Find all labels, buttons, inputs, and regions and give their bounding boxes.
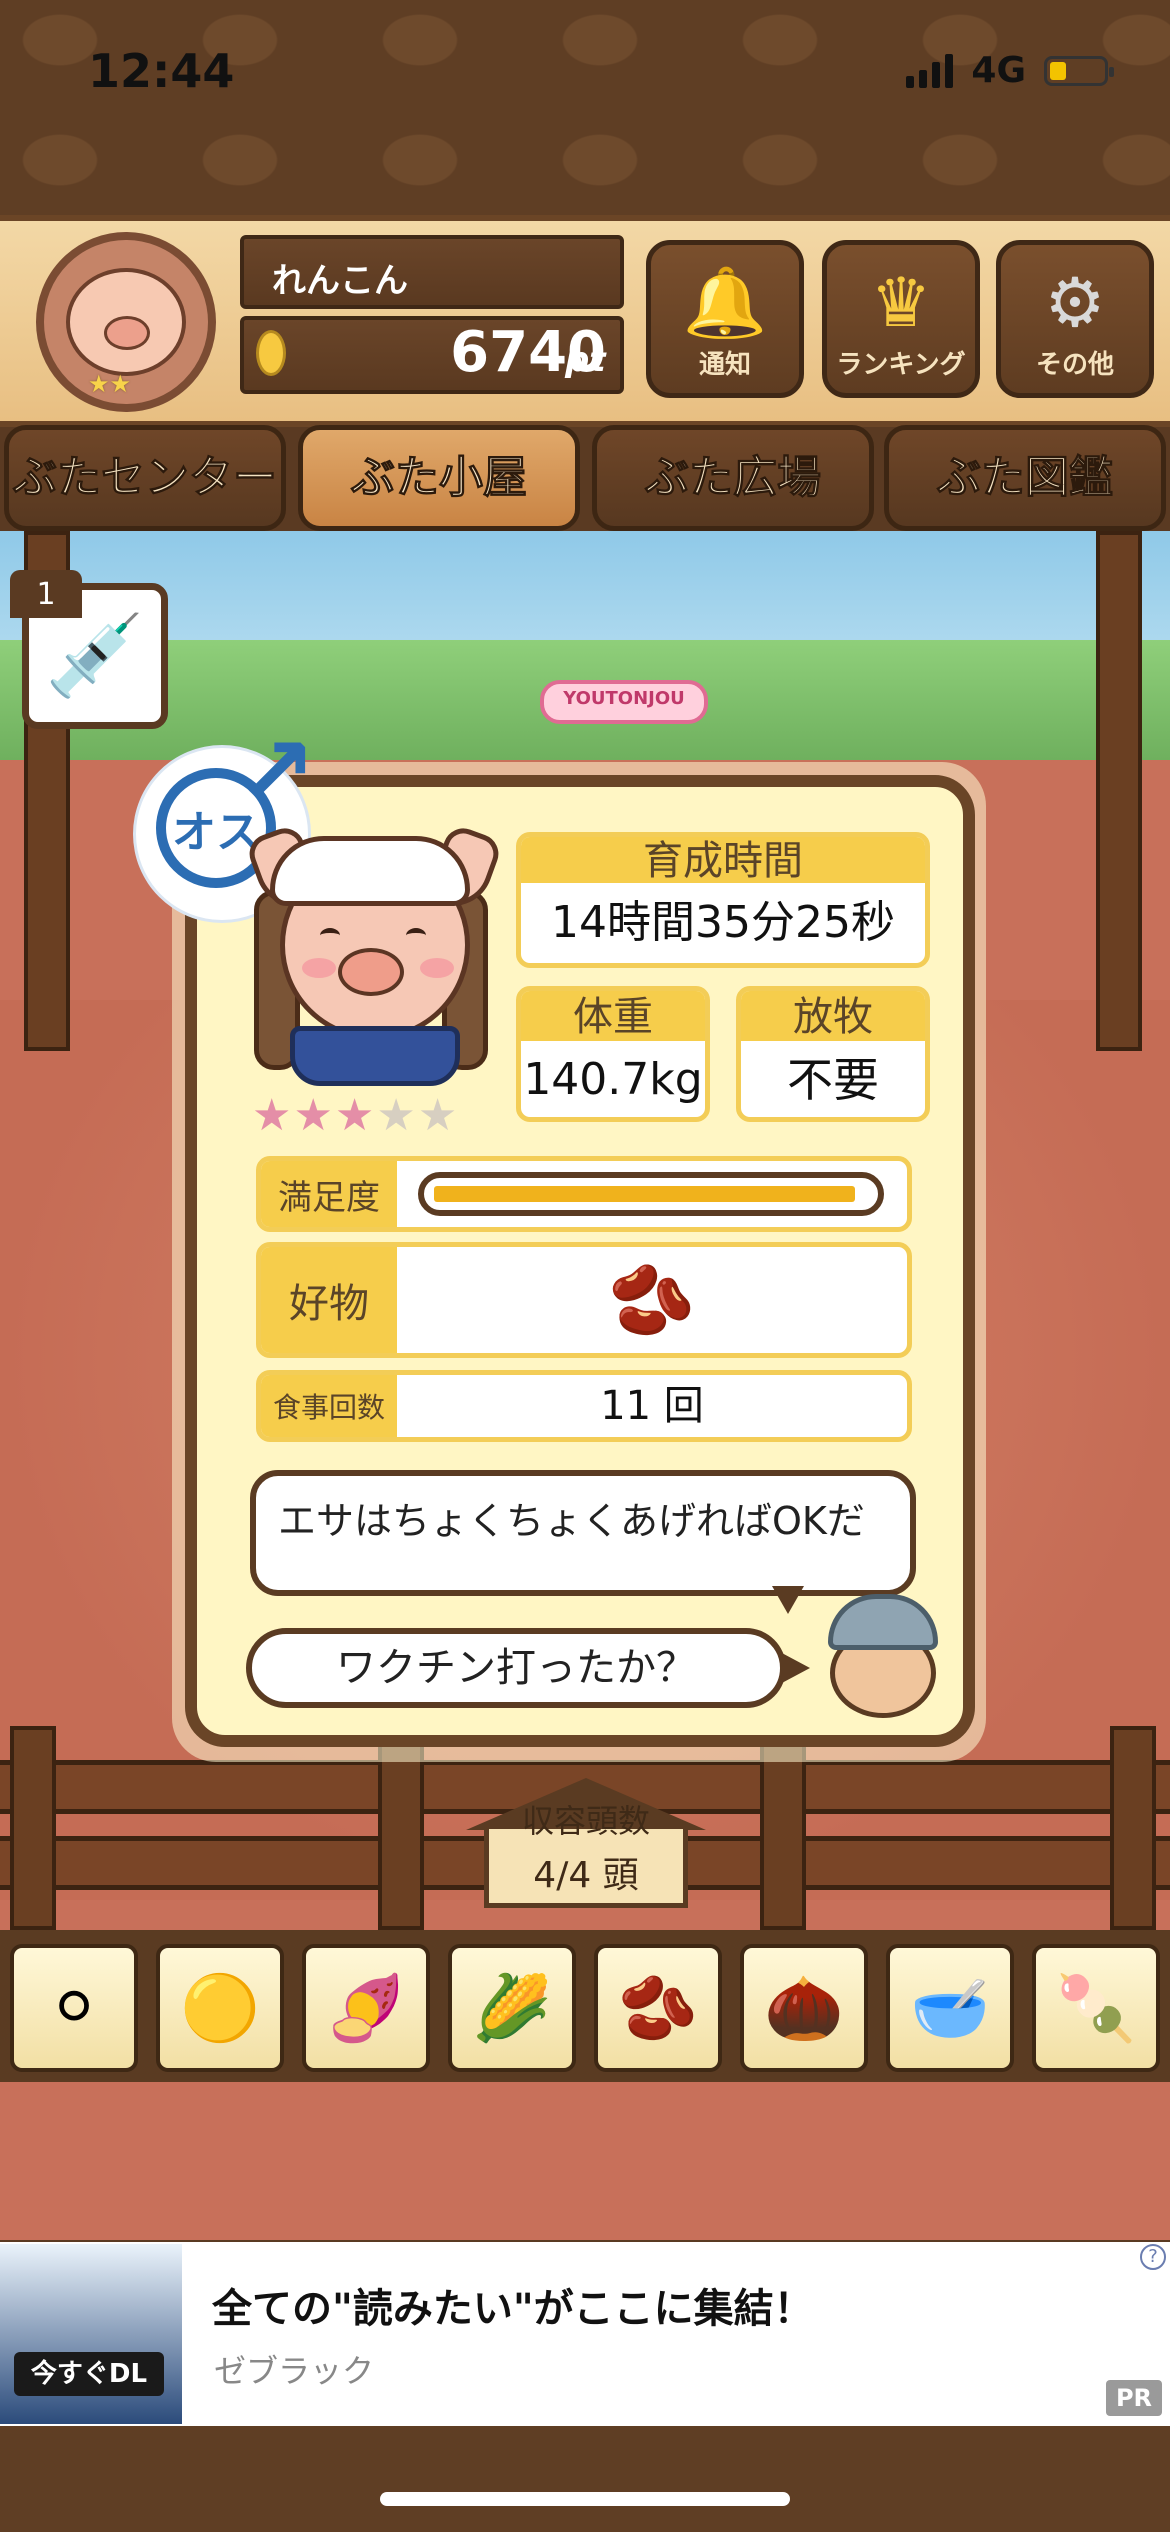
user-name: れんこん <box>240 235 624 309</box>
star-empty-icon: ★ <box>376 1090 418 1141</box>
favorite-label: 好物 <box>261 1247 397 1353</box>
food-mixed-grain-button[interactable]: 🟡 <box>156 1944 284 2072</box>
ranking-label: ランキング <box>836 350 966 380</box>
growth-time-label: 育成時間 <box>521 837 925 884</box>
avatar-stars: ★★ <box>88 370 132 398</box>
food-grain-button[interactable]: ⚪ <box>10 1944 138 2072</box>
points-unit: pt <box>565 340 606 380</box>
weight-box: 体重 140.7kg <box>516 986 710 1122</box>
background-pattern <box>0 2426 1170 2532</box>
notification-label: 通知 <box>698 350 751 380</box>
star-filled-icon: ★ <box>334 1090 377 1141</box>
other-label: その他 <box>1035 350 1114 380</box>
farmer-tip-bubble: エサはちょくちょくあげればOKだ <box>250 1470 916 1596</box>
ad-pr-badge: PR <box>1106 2380 1162 2416</box>
background-pattern <box>0 0 1170 220</box>
grazing-value: 不要 <box>787 1053 879 1107</box>
coin-icon <box>256 330 286 376</box>
signal-icon <box>906 53 954 88</box>
weight-label: 体重 <box>521 991 705 1041</box>
plate-meatball-icon: 🍡 <box>1056 1971 1136 2046</box>
star-filled-icon: ★ <box>293 1090 335 1141</box>
ad-info-icon[interactable]: ? <box>1140 2244 1166 2270</box>
meals-row: 食事回数 11 回 <box>256 1370 912 1442</box>
food-plate-meatball-button[interactable]: 🍡 <box>1032 1944 1160 2072</box>
farm-gate: YOUTONJOU <box>500 640 740 770</box>
bubble-tail <box>780 1652 810 1684</box>
tab-buta-center[interactable]: ぶたセンター <box>4 425 286 531</box>
grazing-label: 放牧 <box>741 991 925 1041</box>
status-time: 12:44 <box>88 44 235 98</box>
growth-time-box: 育成時間 14時間35分25秒 <box>516 832 930 968</box>
food-corn-button[interactable]: 🌽 <box>448 1944 576 2072</box>
acorn-icon: 🌰 <box>764 1971 844 2046</box>
mixed-grain-icon: 🟡 <box>180 1971 260 2046</box>
vaccine-question-bubble[interactable]: ワクチン打ったか？ <box>246 1628 786 1708</box>
fence-post <box>1110 1726 1156 1930</box>
food-acorn-button[interactable]: 🌰 <box>740 1944 868 2072</box>
food-bowl-grain-button[interactable]: 🥣 <box>886 1944 1014 2072</box>
other-button[interactable]: ⚙ その他 <box>996 240 1154 398</box>
bell-icon: 🔔 <box>682 264 768 343</box>
network-label: 4G <box>971 50 1026 91</box>
fence-post <box>1096 531 1142 1051</box>
battery-icon <box>1044 55 1114 86</box>
tab-buta-koya[interactable]: ぶた小屋 <box>298 425 580 531</box>
item-count: 1 <box>10 570 82 618</box>
syringe-icon: 💉 <box>45 609 145 702</box>
corn-icon: 🌽 <box>472 1971 552 2046</box>
growth-time-value: 14時間35分25秒 <box>551 897 895 948</box>
capacity-label: 収容頭数 <box>521 1802 650 1840</box>
notification-button[interactable]: 🔔 通知 <box>646 240 804 398</box>
capacity-value: 4/4 頭 <box>533 1855 639 1896</box>
ad-advertiser: ゼブラック <box>214 2352 375 2390</box>
ad-image[interactable]: 今すぐDL <box>0 2244 182 2424</box>
gate-sign: YOUTONJOU <box>540 680 708 724</box>
gear-icon: ⚙ <box>1044 264 1106 343</box>
star-empty-icon: ★ <box>417 1090 460 1141</box>
ranking-button[interactable]: ♛ ランキング <box>822 240 980 398</box>
home-indicator[interactable] <box>380 2492 790 2506</box>
satisfaction-fill <box>434 1186 855 1202</box>
ad-download-button[interactable]: 今すぐDL <box>14 2352 164 2396</box>
soybean-icon: 🫘 <box>618 1971 698 2046</box>
tab-buta-zukan[interactable]: ぶた図鑑 <box>884 425 1166 531</box>
soybean-icon: 🫘 <box>608 1258 696 1341</box>
star-filled-icon: ★ <box>252 1090 294 1141</box>
grazing-box: 放牧 不要 <box>736 986 930 1122</box>
grain-icon: ⚪ <box>47 1971 101 2045</box>
tab-buta-hiroba[interactable]: ぶた広場 <box>592 425 874 531</box>
farmer-icon <box>822 1594 942 1718</box>
meals-label: 食事回数 <box>261 1375 397 1437</box>
pig-portrait <box>244 822 504 1090</box>
favorite-row: 好物 🫘 <box>256 1242 912 1358</box>
satisfaction-bar <box>418 1172 884 1216</box>
weight-value: 140.7kg <box>523 1054 703 1105</box>
male-symbol-icon: ↗ <box>236 716 317 828</box>
meals-value: 11 回 <box>600 1383 704 1429</box>
crown-icon: ♛ <box>870 264 932 343</box>
pig-avatar-icon <box>66 268 186 376</box>
sweet-potato-icon: 🍠 <box>326 1971 406 2046</box>
bubble-tail <box>772 1586 804 1614</box>
food-soybean-button[interactable]: 🫘 <box>594 1944 722 2072</box>
fence-post <box>10 1726 56 1930</box>
pig-rating: ★★★★★ <box>252 1090 459 1141</box>
satisfaction-label: 満足度 <box>261 1161 397 1227</box>
status-indicators: 4G <box>906 50 1114 91</box>
food-sweet-potato-button[interactable]: 🍠 <box>302 1944 430 2072</box>
bowl-grain-icon: 🥣 <box>910 1971 990 2046</box>
ad-title[interactable]: 全ての"読みたい"がここに集結！ <box>212 2276 814 2334</box>
